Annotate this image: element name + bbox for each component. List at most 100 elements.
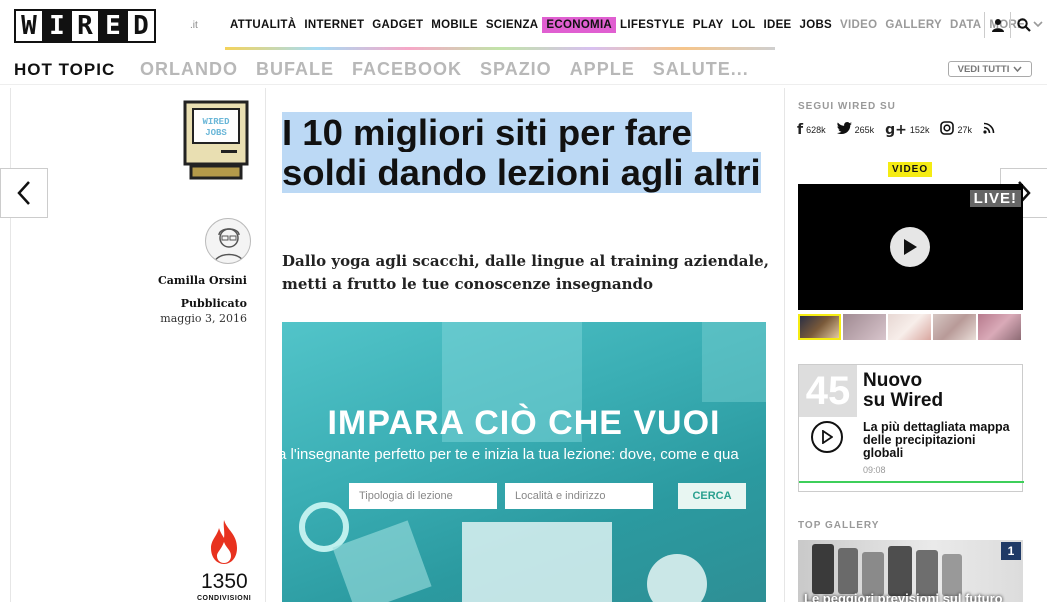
logo-letter: I — [42, 9, 72, 43]
hot-topic-title: HOT TOPIC — [14, 60, 116, 79]
twitter-icon — [836, 122, 852, 138]
hot-topic-item[interactable]: ORLANDO — [140, 59, 238, 80]
logo-letter: W — [14, 9, 44, 43]
header-icons — [984, 12, 1036, 38]
rss-icon — [983, 122, 995, 138]
hot-topic-item[interactable]: FACEBOOK — [352, 59, 462, 80]
logo-letter: R — [70, 9, 100, 43]
twitter-link[interactable]: 265k — [836, 122, 875, 138]
new-description[interactable]: La più dettagliata mappa delle precipita… — [863, 421, 1013, 460]
gallery-caption: Le peggiori previsioni sul futuro — [804, 591, 1003, 602]
rss-link[interactable] — [983, 122, 998, 138]
hot-topic-item[interactable]: SPAZIO — [480, 59, 552, 80]
googleplus-count: 152k — [909, 125, 930, 135]
follow-label: SEGUI WIRED SU — [798, 101, 896, 112]
logo-suffix: .it — [190, 20, 198, 31]
nav-item-internet[interactable]: INTERNET — [300, 17, 368, 33]
main-nav: ATTUALITÀ INTERNET GADGET MOBILE SCIENZA… — [226, 17, 1047, 33]
video-player[interactable]: LIVE! — [798, 184, 1023, 310]
lesson-type-input[interactable]: Tipologia di lezione — [349, 483, 497, 509]
hero-title: IMPARA CIÒ CHE VUOI — [327, 404, 721, 442]
nav-item-data[interactable]: DATA — [946, 17, 985, 33]
flame-icon — [207, 518, 241, 566]
nav-item-gallery[interactable]: GALLERY — [881, 17, 946, 33]
share-label: CONDIVISIONI — [197, 595, 252, 602]
nav-item-play[interactable]: PLAY — [689, 17, 728, 33]
top-gallery-label: TOP GALLERY — [798, 520, 880, 531]
new-time: 09:08 — [863, 465, 886, 475]
video-thumbnail[interactable] — [798, 314, 841, 340]
live-badge: LIVE! — [969, 190, 1021, 207]
googleplus-icon: g+ — [885, 122, 907, 138]
gallery-rank: 1 — [1001, 542, 1021, 560]
new-count: 45 — [799, 365, 857, 417]
nav-item-attualita[interactable]: ATTUALITÀ — [226, 17, 300, 33]
twitter-count: 265k — [854, 125, 875, 135]
nav-item-jobs[interactable]: JOBS — [796, 17, 837, 33]
published-date: maggio 3, 2016 — [160, 312, 247, 325]
search-button[interactable]: CERCA — [678, 483, 746, 509]
instagram-icon — [940, 121, 955, 139]
nav-item-economia[interactable]: ECONOMIA — [542, 17, 617, 33]
hot-topic-item[interactable]: SALUTE... — [653, 59, 749, 80]
svg-text:WIRED: WIRED — [202, 117, 230, 127]
hero-image[interactable]: IMPARA CIÒ CHE VUOI a l'insegnante perfe… — [282, 322, 766, 602]
nav-item-idee[interactable]: IDEE — [759, 17, 795, 33]
article-meta-column: WIRED JOBS Camilla Orsini Pubblicato mag… — [10, 88, 266, 602]
author-name[interactable]: Camilla Orsini — [158, 274, 247, 287]
published-label: Pubblicato — [180, 297, 247, 310]
instagram-count: 27k — [957, 125, 972, 135]
new-on-wired-widget[interactable]: 45 Nuovo su Wired La più dettagliata map… — [798, 364, 1024, 492]
hot-topic-item[interactable]: APPLE — [570, 59, 635, 80]
article-subtitle: Dallo yoga agli scacchi, dalle lingue al… — [282, 252, 769, 293]
logo-letter: E — [98, 9, 128, 43]
video-thumbnail[interactable] — [843, 314, 886, 340]
video-thumbnail[interactable] — [888, 314, 931, 340]
facebook-icon: f — [797, 122, 804, 138]
hot-topic-item[interactable]: BUFALE — [256, 59, 334, 80]
progress-line — [799, 481, 1024, 483]
top-bar: W I R E D .it ATTUALITÀ INTERNET GADGET … — [0, 0, 1047, 50]
svg-text:JOBS: JOBS — [205, 128, 227, 138]
wired-logo[interactable]: W I R E D — [14, 9, 156, 43]
instagram-link[interactable]: 27k — [940, 121, 972, 139]
see-all-button[interactable]: VEDI TUTTI — [948, 61, 1032, 77]
new-title-line: Nuovo — [863, 370, 923, 391]
hero-subtitle: a l'insegnante perfetto per te e inizia … — [282, 446, 739, 463]
hot-topic-bar: HOT TOPIC ORLANDO BUFALE FACEBOOK SPAZIO… — [0, 55, 1047, 85]
nav-item-lifestyle[interactable]: LIFESTYLE — [616, 17, 689, 33]
video-badge: VIDEO — [888, 162, 933, 177]
nav-item-gadget[interactable]: GADGET — [368, 17, 427, 33]
nav-item-scienza[interactable]: SCIENZA — [482, 17, 543, 33]
nav-item-video[interactable]: VIDEO — [836, 17, 881, 33]
logo-letter: D — [126, 9, 156, 43]
hot-topic-list: ORLANDO BUFALE FACEBOOK SPAZIO APPLE SAL… — [140, 59, 767, 80]
video-thumbnail[interactable] — [933, 314, 976, 340]
play-icon[interactable] — [811, 421, 843, 453]
search-icon[interactable] — [1010, 12, 1036, 38]
chevron-left-icon — [17, 181, 30, 205]
share-count: 1350 — [201, 570, 248, 593]
wired-jobs-badge[interactable]: WIRED JOBS — [183, 100, 249, 182]
author-avatar[interactable] — [205, 218, 251, 264]
social-links: f 628k 265k g+ 152k 27k — [797, 121, 1009, 139]
location-input[interactable]: Località e indirizzo — [505, 483, 653, 509]
see-all-label: VEDI TUTTI — [957, 63, 1010, 75]
article-title-text: I 10 migliori siti per fare soldi dando … — [282, 112, 761, 193]
nav-item-mobile[interactable]: MOBILE — [427, 17, 482, 33]
top-gallery-item[interactable]: 1 Le peggiori previsioni sul futuro — [798, 540, 1023, 602]
prev-article-button[interactable] — [0, 168, 48, 218]
chevron-down-icon — [1013, 66, 1022, 72]
video-thumbnail[interactable] — [978, 314, 1021, 340]
play-icon[interactable] — [890, 227, 930, 267]
nav-item-lol[interactable]: LOL — [728, 17, 760, 33]
facebook-link[interactable]: f 628k — [797, 122, 826, 138]
nav-underline — [225, 47, 775, 50]
googleplus-link[interactable]: g+ 152k — [885, 122, 929, 138]
article-title: I 10 migliori siti per fare soldi dando … — [282, 112, 762, 193]
new-title-line: su Wired — [863, 390, 944, 411]
facebook-count: 628k — [806, 125, 826, 135]
new-title: Nuovo su Wired — [863, 371, 943, 411]
video-thumbnails — [798, 314, 1021, 340]
user-icon[interactable] — [984, 12, 1010, 38]
